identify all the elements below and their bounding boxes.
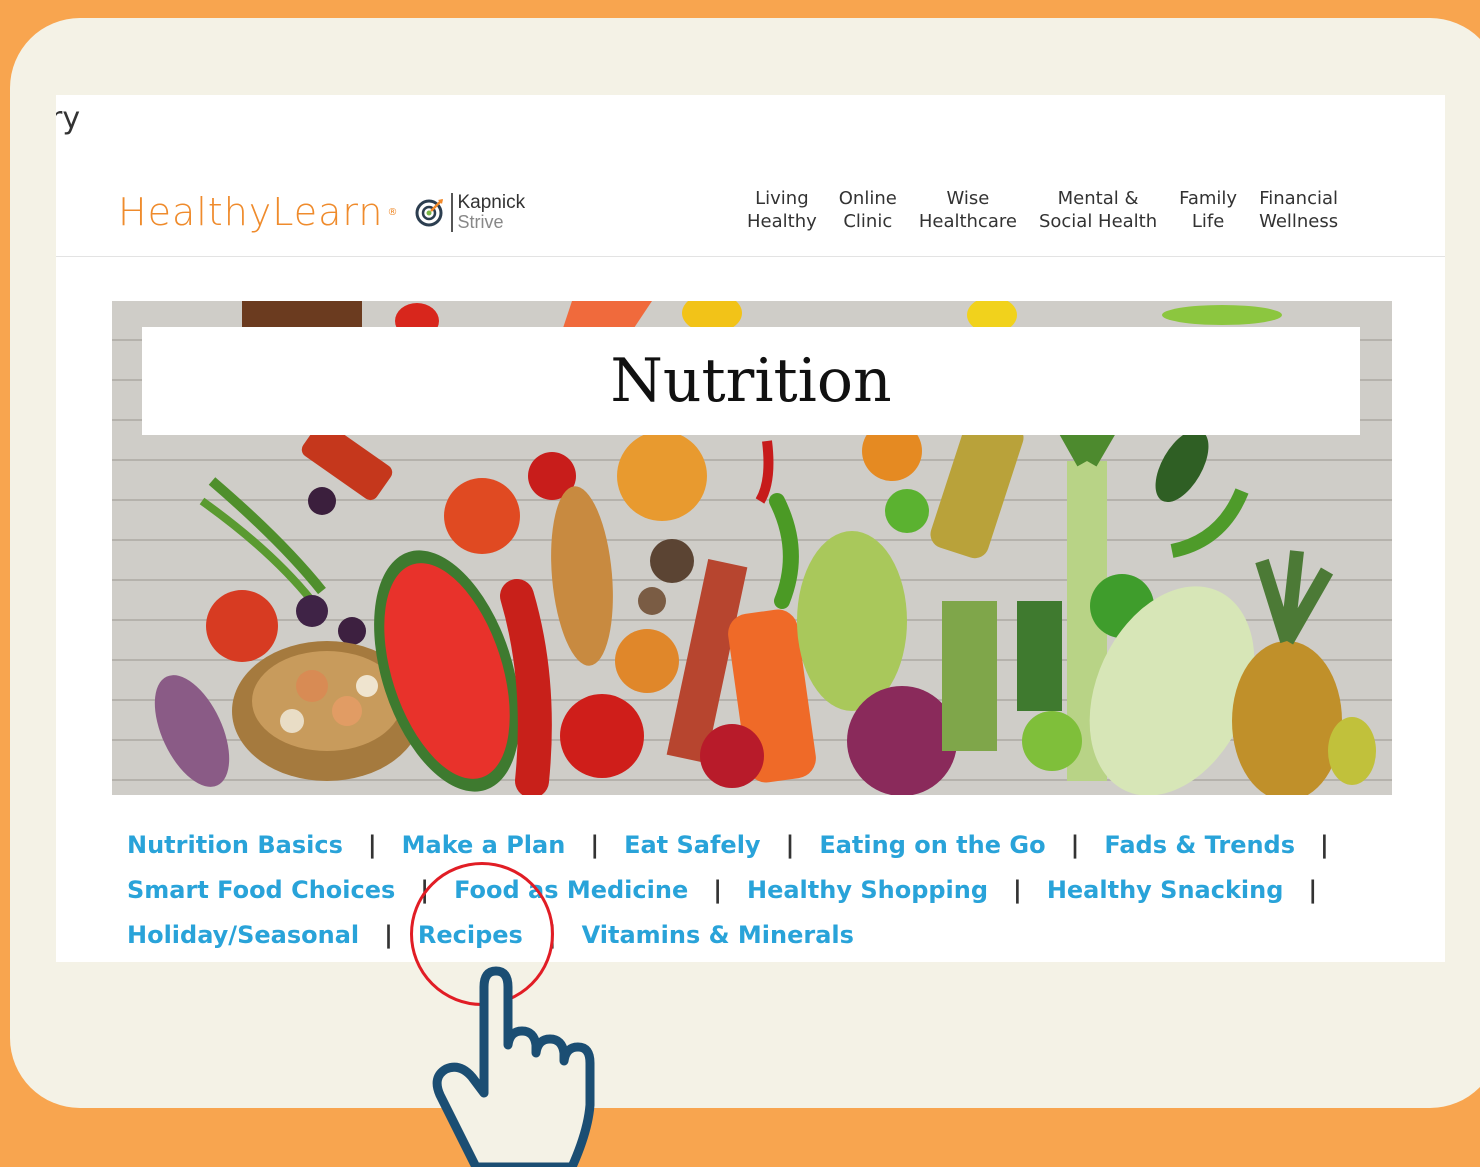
link-make-a-plan[interactable]: Make a Plan [402,831,566,859]
nav-financial-wellness[interactable]: Financial Wellness [1248,187,1349,233]
separator: | [1308,876,1318,904]
link-eating-on-the-go[interactable]: Eating on the Go [819,831,1045,859]
link-healthy-snacking[interactable]: Healthy Snacking [1047,876,1284,904]
site-logo[interactable]: HealthyLearn ® Kapnick Strive [118,193,525,232]
link-vitamins-minerals[interactable]: Vitamins & Minerals [582,921,854,949]
page-title: Nutrition [610,346,892,416]
separator: | [1320,831,1329,859]
nav-wise-healthcare[interactable]: Wise Healthcare [908,187,1028,233]
partner-name: Kapnick [457,192,526,213]
link-healthy-shopping[interactable]: Healthy Shopping [747,876,988,904]
link-fads-trends[interactable]: Fads & Trends [1104,831,1295,859]
partial-text: ry [56,101,81,136]
nav-living-healthy[interactable]: Living Healthy [736,187,828,233]
topic-links: Nutrition Basics | Make a Plan | Eat Safely |… [127,823,1387,958]
nav-online-clinic[interactable]: Online Clinic [828,187,908,233]
website-screenshot: ry HealthyLearn ® Kapnick Strive Living … [56,95,1445,962]
hero-banner: Nutrition [112,301,1392,795]
link-holiday-seasonal[interactable]: Holiday/Seasonal [127,921,359,949]
registered-mark: ® [387,206,398,218]
separator: | [367,831,377,859]
separator: | [1013,876,1022,904]
brand-name: HealthyLearn [118,190,384,235]
partner-logo-text: Kapnick Strive [451,193,525,232]
target-icon [415,199,444,227]
top-navigation: Living Healthy Online Clinic Wise Health… [736,187,1349,233]
separator: | [384,921,393,949]
link-eat-safely[interactable]: Eat Safely [624,831,761,859]
pointing-hand-icon [432,966,595,1167]
partner-sub: Strive [457,211,504,232]
separator: | [785,831,795,859]
separator: | [1070,831,1080,859]
separator: | [590,831,600,859]
link-smart-food-choices[interactable]: Smart Food Choices [127,876,395,904]
header-divider [56,256,1445,257]
link-nutrition-basics[interactable]: Nutrition Basics [127,831,343,859]
nav-mental-social-health[interactable]: Mental & Social Health [1028,187,1168,233]
separator: | [713,876,722,904]
nav-family-life[interactable]: Family Life [1168,187,1248,233]
hero-title-box: Nutrition [142,327,1360,435]
